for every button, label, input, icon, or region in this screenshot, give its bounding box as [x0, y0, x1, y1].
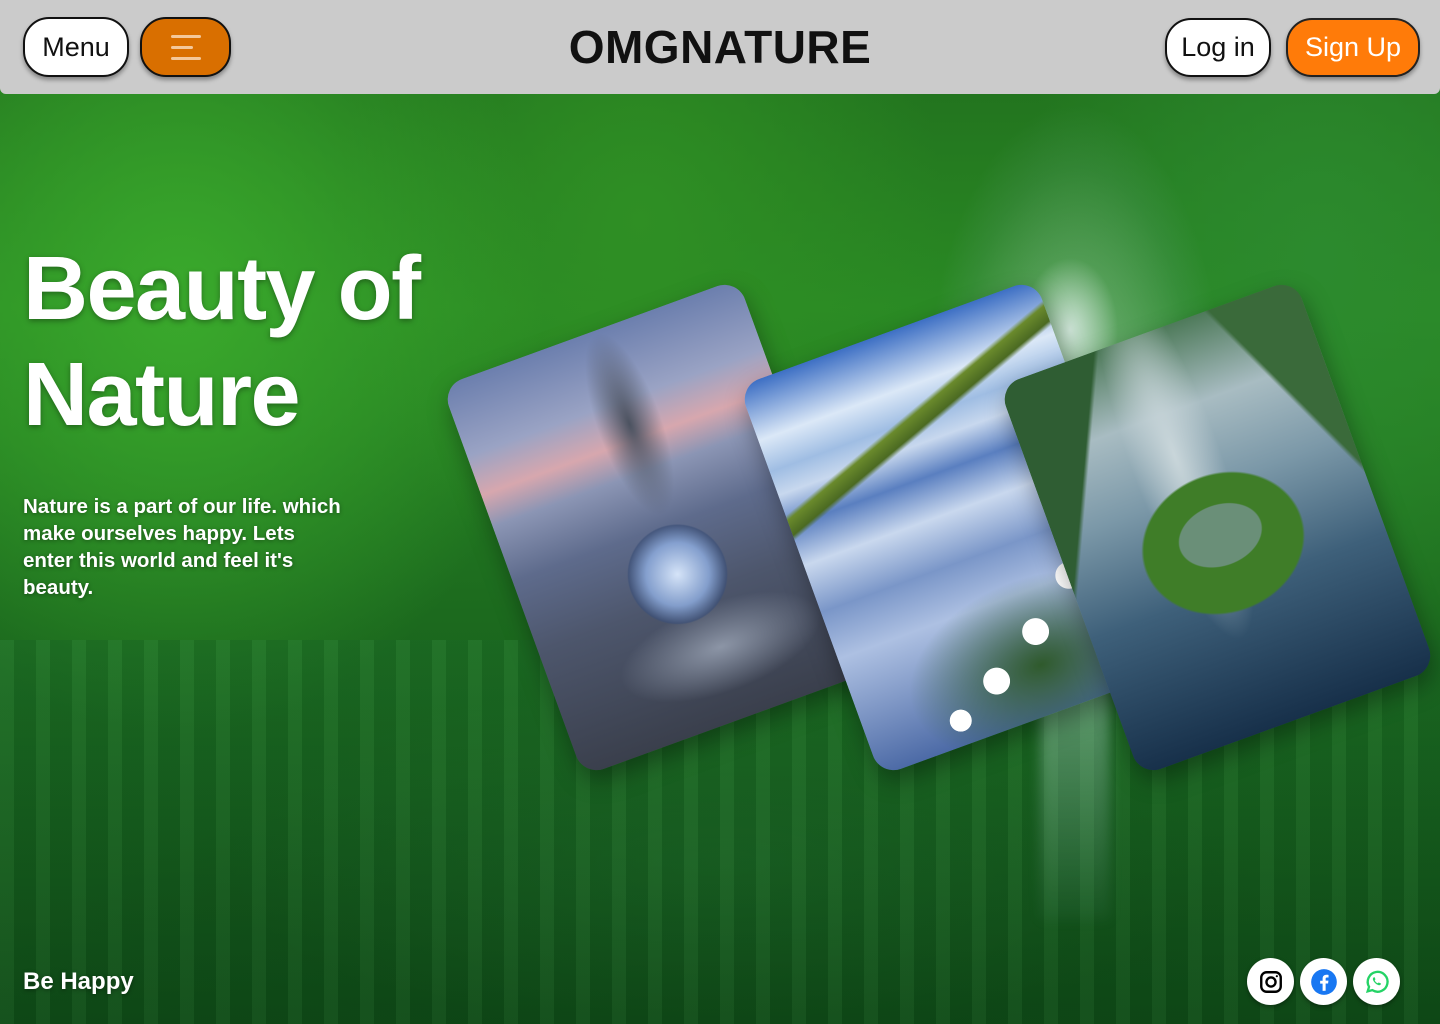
hero-title-line1: Beauty of — [23, 239, 421, 339]
footer-tagline: Be Happy — [23, 968, 134, 995]
whatsapp-link[interactable] — [1353, 958, 1400, 1005]
hero-title-line2: Nature — [23, 345, 301, 445]
signup-button[interactable]: Sign Up — [1286, 18, 1420, 77]
hero-title: Beauty of Nature — [23, 236, 483, 448]
login-button[interactable]: Log in — [1165, 18, 1271, 77]
instagram-link[interactable] — [1247, 958, 1294, 1005]
hero-description: Nature is a part of our life. which make… — [23, 495, 341, 599]
instagram-icon — [1259, 970, 1282, 993]
facebook-link[interactable] — [1300, 958, 1347, 1005]
whatsapp-icon — [1365, 970, 1389, 993]
top-navbar: Menu OMGNATURE Log in Sign Up — [0, 0, 1440, 94]
facebook-icon — [1310, 968, 1337, 995]
